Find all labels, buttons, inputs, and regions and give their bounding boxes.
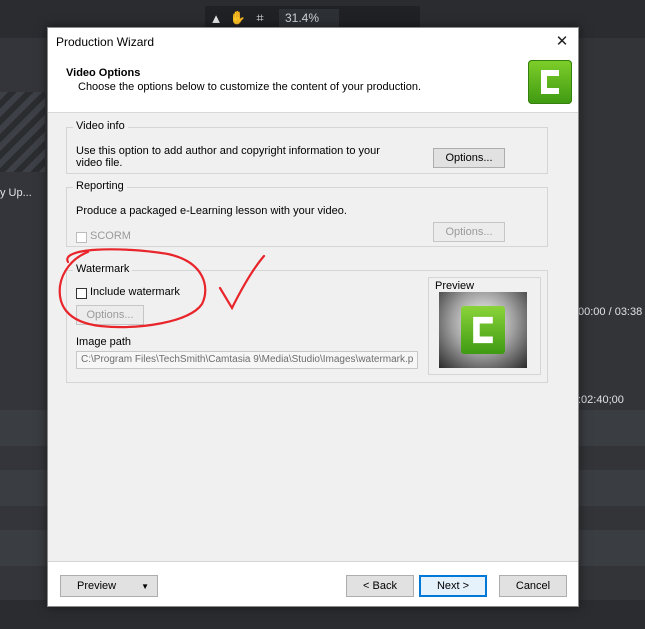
include-watermark-checkbox[interactable]: [76, 288, 87, 299]
timeline-track: [577, 470, 645, 506]
watermark-logo-icon: [461, 306, 505, 354]
watermark-options-button[interactable]: Options...: [76, 305, 144, 325]
wizard-header: Video Options Choose the options below t…: [48, 56, 578, 113]
timeline-track: [577, 530, 645, 566]
reporting-legend: Reporting: [73, 180, 127, 192]
close-icon[interactable]: ✕: [552, 32, 572, 52]
camtasia-c-glyph: [541, 70, 559, 94]
scorm-checkbox[interactable]: [76, 232, 87, 243]
timeline-track: [0, 530, 47, 566]
video-info-group: Video info Use this option to add author…: [66, 120, 548, 174]
step-description: Choose the options below to customize th…: [78, 81, 422, 93]
back-button[interactable]: < Back: [346, 575, 414, 597]
watermark-preview-image: [439, 292, 527, 368]
video-info-options-button[interactable]: Options...: [433, 148, 505, 168]
preview-label: Preview: [435, 280, 475, 292]
next-button[interactable]: Next >: [419, 575, 487, 597]
watermark-group: Watermark Include watermark Options... I…: [66, 263, 548, 383]
image-path-label: Image path: [76, 336, 132, 348]
hand-tool-icon[interactable]: ✋: [227, 7, 249, 29]
media-thumbnail: [0, 92, 45, 172]
time-readout: 00:00 / 03:38: [578, 306, 643, 318]
timeline-track: [0, 410, 47, 446]
preview-dropdown-button[interactable]: Preview ▼: [60, 575, 158, 597]
timeline-track: [0, 470, 47, 506]
video-info-text-line2: video file.: [76, 157, 123, 169]
timeline-marker: :02:40;00: [578, 394, 624, 406]
timeline-track: [577, 410, 645, 446]
camtasia-logo-icon: [528, 60, 572, 104]
video-info-legend: Video info: [73, 120, 128, 132]
arrow-tool-icon[interactable]: ▲: [205, 7, 227, 29]
crop-tool-icon[interactable]: ⌗: [249, 7, 271, 29]
clip-label: y Up...: [0, 187, 32, 199]
image-path-field[interactable]: C:\Program Files\TechSmith\Camtasia 9\Me…: [76, 351, 418, 369]
watermark-preview-panel: Preview: [428, 277, 541, 375]
watermark-legend: Watermark: [73, 263, 133, 275]
production-wizard-dialog: Production Wizard ✕ Video Options Choose…: [47, 27, 579, 607]
zoom-level[interactable]: 31.4%: [279, 9, 340, 27]
dialog-titlebar[interactable]: Production Wizard ✕: [48, 28, 578, 56]
reporting-text: Produce a packaged e-Learning lesson wit…: [76, 205, 347, 217]
chevron-down-icon: ▼: [141, 581, 149, 591]
include-watermark-label[interactable]: Include watermark: [90, 286, 180, 298]
step-title: Video Options: [66, 67, 141, 79]
watermark-c-glyph: [473, 316, 493, 344]
scorm-label: SCORM: [90, 230, 131, 242]
preview-button-label: Preview: [77, 580, 117, 592]
cancel-button[interactable]: Cancel: [499, 575, 567, 597]
wizard-body: Video info Use this option to add author…: [48, 113, 578, 562]
video-info-text-line1: Use this option to add author and copyri…: [76, 145, 380, 157]
reporting-group: Reporting Produce a packaged e-Learning …: [66, 180, 548, 247]
dialog-title: Production Wizard: [56, 35, 155, 49]
reporting-options-button[interactable]: Options...: [433, 222, 505, 242]
